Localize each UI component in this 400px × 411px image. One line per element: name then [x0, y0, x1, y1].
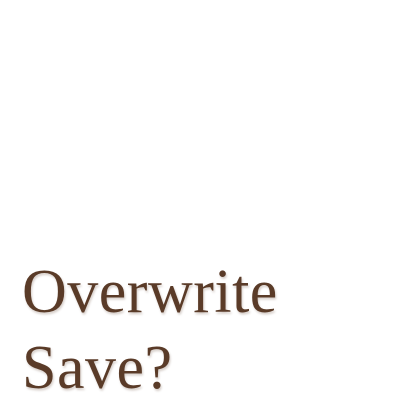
overwrite-save-dialog: Overwrite Save? — [0, 0, 400, 411]
prompt-line-1: Overwrite — [22, 258, 278, 326]
overwrite-save-prompt: Overwrite Save? — [22, 254, 382, 406]
prompt-line-2: Save? — [22, 334, 173, 402]
